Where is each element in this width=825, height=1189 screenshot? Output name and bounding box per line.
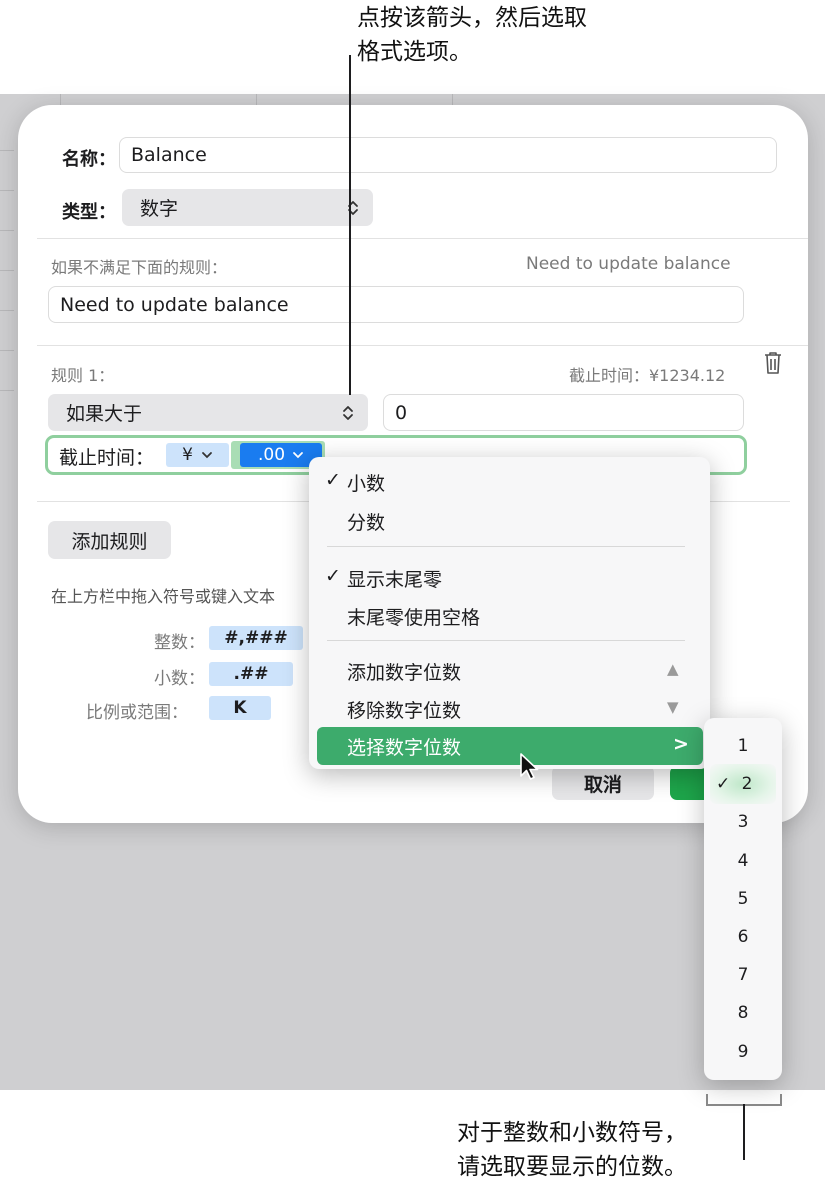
sheet-row-divider bbox=[0, 150, 14, 151]
up-triangle-icon: ▲ bbox=[667, 660, 679, 678]
digit-option-3[interactable]: 3 bbox=[704, 812, 782, 832]
digit-option-1[interactable]: 1 bbox=[704, 736, 782, 756]
bottom-callout-leader-line bbox=[743, 1104, 745, 1160]
bottom-bracket-tick bbox=[706, 1094, 708, 1105]
condition-popup[interactable]: 如果大于 bbox=[48, 394, 368, 431]
digit-option-7[interactable]: 7 bbox=[704, 965, 782, 985]
drag-hint-text: 在上方栏中拖入符号或键入文本 bbox=[51, 587, 276, 606]
unmet-preview: Need to update balance bbox=[526, 254, 731, 274]
top-callout-line2: 格式选项。 bbox=[357, 39, 472, 65]
integer-label: 整数： bbox=[154, 633, 205, 653]
down-triangle-icon: ▼ bbox=[667, 698, 679, 716]
rule-preview: 截止时间：¥1234.12 bbox=[569, 366, 726, 385]
digit-option-6[interactable]: 6 bbox=[704, 927, 782, 947]
bottom-callout-line1: 对于整数和小数符号， bbox=[457, 1120, 687, 1146]
scale-label: 比例或范围： bbox=[86, 703, 188, 723]
type-popup-value: 数字 bbox=[140, 198, 179, 220]
top-callout-line1: 点按该箭头，然后选取 bbox=[357, 5, 587, 31]
bottom-callout-line2: 请选取要显示的位数。 bbox=[457, 1154, 687, 1180]
menu-item-remove-digit[interactable]: 移除数字位数 bbox=[347, 696, 461, 723]
up-down-chevron-icon bbox=[343, 405, 353, 420]
menu-item-add-digit[interactable]: 添加数字位数 bbox=[347, 658, 461, 685]
trash-icon[interactable] bbox=[762, 350, 784, 376]
add-rule-button[interactable]: 添加规则 bbox=[48, 521, 171, 559]
digit-option-8[interactable]: 8 bbox=[704, 1003, 782, 1023]
section-divider bbox=[37, 238, 808, 239]
decimal-label: 小数： bbox=[154, 669, 205, 689]
menu-check-icon: ✓ bbox=[325, 469, 341, 491]
top-callout-leader-line bbox=[349, 55, 351, 395]
sheet-row-divider bbox=[0, 190, 14, 191]
condition-number-value: 0 bbox=[395, 401, 408, 424]
rule-label: 规则 1： bbox=[51, 366, 115, 385]
digit-option-5[interactable]: 5 bbox=[704, 889, 782, 909]
sheet-row-divider bbox=[0, 270, 14, 271]
unmet-text-value: Need to update balance bbox=[60, 293, 289, 316]
sheet-row-divider bbox=[0, 350, 14, 351]
condition-popup-value: 如果大于 bbox=[66, 403, 143, 425]
digit-check-icon: ✓ bbox=[716, 774, 731, 794]
menu-item-choose-digits-label: 选择数字位数 bbox=[347, 737, 462, 759]
sheet-row-divider bbox=[0, 310, 14, 311]
mouse-pointer-icon bbox=[518, 752, 542, 782]
sheet-row-divider bbox=[0, 230, 14, 231]
menu-item-fraction[interactable]: 分数 bbox=[347, 508, 385, 535]
digit-option-4[interactable]: 4 bbox=[704, 851, 782, 871]
type-popup[interactable]: 数字 bbox=[122, 189, 373, 226]
decimal-token-label: .00 bbox=[257, 445, 286, 465]
submenu-arrow-icon: > bbox=[673, 733, 689, 755]
unmet-rules-label: 如果不满足下面的规则： bbox=[51, 258, 228, 277]
digit-option-9[interactable]: 9 bbox=[704, 1042, 782, 1062]
cancel-button[interactable]: 取消 bbox=[552, 766, 654, 800]
scale-token[interactable]: K bbox=[209, 696, 271, 720]
unmet-text-input[interactable]: Need to update balance bbox=[48, 286, 744, 323]
condition-number-input[interactable]: 0 bbox=[383, 394, 744, 431]
chevron-down-icon[interactable] bbox=[292, 450, 304, 460]
format-prefix-text: 截止时间： bbox=[59, 447, 155, 469]
menu-separator bbox=[327, 546, 685, 547]
decimal-symbol-token[interactable]: .## bbox=[209, 662, 293, 686]
type-label: 类型： bbox=[62, 202, 116, 223]
sheet-row-divider bbox=[0, 390, 14, 391]
section-divider bbox=[37, 345, 808, 346]
menu-item-show-trailing-zeros[interactable]: 显示末尾零 bbox=[347, 565, 442, 592]
bottom-bracket-tick bbox=[780, 1094, 782, 1105]
menu-separator bbox=[327, 640, 685, 641]
name-input-value: Balance bbox=[131, 144, 207, 166]
menu-item-decimal[interactable]: 小数 bbox=[347, 469, 385, 496]
name-input[interactable]: Balance bbox=[119, 137, 777, 173]
currency-token[interactable]: ¥ bbox=[166, 443, 229, 467]
name-label: 名称： bbox=[62, 149, 116, 170]
integer-token[interactable]: #,### bbox=[209, 626, 303, 650]
menu-item-trailing-zeros-spaces[interactable]: 末尾零使用空格 bbox=[347, 603, 480, 630]
currency-token-label: ¥ bbox=[182, 445, 193, 465]
chevron-down-icon bbox=[202, 452, 212, 459]
menu-check-icon: ✓ bbox=[325, 565, 341, 587]
